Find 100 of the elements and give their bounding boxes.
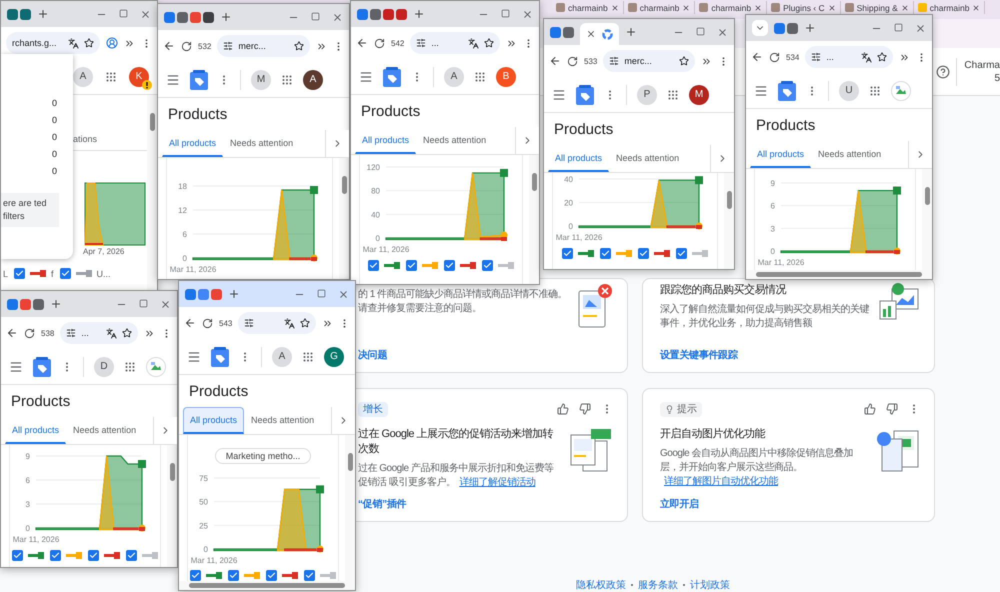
- tab-icon[interactable]: [550, 26, 561, 38]
- extensions-more-icon[interactable]: [899, 52, 910, 62]
- browser-tab[interactable]: charmainb: [624, 1, 696, 14]
- checkbox[interactable]: [562, 248, 573, 259]
- browser-tab[interactable]: charmainb: [552, 1, 624, 14]
- back-icon[interactable]: [549, 55, 561, 67]
- tab-icon[interactable]: [185, 288, 196, 300]
- close-icon[interactable]: [140, 8, 151, 20]
- new-tab-icon[interactable]: [37, 8, 49, 20]
- menu-icon[interactable]: [552, 88, 566, 102]
- account-chip[interactable]: D: [94, 356, 114, 376]
- action-link[interactable]: “促销”插件: [358, 497, 561, 511]
- reload-icon[interactable]: [374, 38, 385, 48]
- reload-icon[interactable]: [769, 52, 780, 62]
- address-bar[interactable]: ...: [60, 322, 138, 344]
- maximize-icon[interactable]: [311, 12, 320, 20]
- tab[interactable]: All products: [355, 127, 416, 154]
- reload-icon[interactable]: [24, 328, 35, 338]
- profile-icon[interactable]: [106, 37, 118, 49]
- menu-icon[interactable]: [754, 84, 768, 98]
- new-tab-icon[interactable]: [804, 22, 816, 34]
- tab[interactable]: All products: [548, 145, 610, 172]
- bookmark-star-icon[interactable]: [294, 41, 304, 51]
- close-tab-icon[interactable]: [682, 4, 690, 12]
- translate-icon[interactable]: [106, 328, 117, 338]
- close-icon[interactable]: [338, 288, 349, 300]
- account-chip[interactable]: A: [73, 66, 93, 86]
- extensions-more-icon[interactable]: [506, 38, 517, 48]
- avatar[interactable]: A: [303, 70, 323, 90]
- tab-icon[interactable]: [774, 22, 785, 34]
- bag-logo[interactable]: [576, 84, 594, 104]
- reload-icon[interactable]: [181, 40, 192, 52]
- footer-link[interactable]: 服务条款: [638, 578, 678, 592]
- tab[interactable]: Needs attention: [223, 130, 300, 157]
- tab-icon[interactable]: [563, 26, 574, 38]
- tab-icon[interactable]: [357, 8, 368, 20]
- bookmark-star-icon[interactable]: [122, 328, 132, 338]
- checkbox[interactable]: [60, 268, 71, 279]
- scrollbar[interactable]: [179, 581, 355, 590]
- apps-icon[interactable]: [281, 74, 293, 86]
- scrollbar[interactable]: [339, 158, 349, 279]
- site-settings-icon[interactable]: [416, 38, 426, 48]
- extensions-more-icon[interactable]: [124, 38, 135, 48]
- tab-icon[interactable]: [383, 8, 394, 20]
- apps-icon[interactable]: [869, 84, 881, 96]
- filter-chip[interactable]: Marketing metho...: [214, 448, 312, 464]
- tab[interactable]: All products: [162, 130, 224, 157]
- maximize-icon[interactable]: [317, 288, 326, 298]
- maximize-icon[interactable]: [139, 298, 148, 308]
- checkbox[interactable]: [88, 550, 99, 561]
- back-icon[interactable]: [751, 51, 763, 63]
- avatar[interactable]: M: [689, 84, 709, 104]
- tab-icon[interactable]: [33, 298, 44, 310]
- tab-icon[interactable]: [370, 8, 381, 20]
- close-icon[interactable]: [332, 12, 343, 22]
- avatar[interactable]: K: [129, 66, 149, 86]
- checkbox[interactable]: [406, 260, 417, 271]
- new-tab-icon[interactable]: [625, 26, 637, 38]
- menu-icon[interactable]: [187, 350, 201, 364]
- new-tab-icon[interactable]: [413, 8, 425, 20]
- checkbox[interactable]: [676, 248, 687, 259]
- close-icon[interactable]: [160, 298, 171, 310]
- help-icon[interactable]: [936, 64, 950, 78]
- learn-more-link[interactable]: 详细了解促销活动: [459, 477, 536, 488]
- apps-icon[interactable]: [105, 70, 117, 82]
- tab-icon[interactable]: [177, 12, 188, 22]
- tab-search-button[interactable]: [752, 20, 768, 36]
- bag-logo[interactable]: [33, 356, 51, 376]
- bag-logo[interactable]: [190, 70, 208, 90]
- extensions-more-icon[interactable]: [144, 328, 155, 338]
- action-link[interactable]: 立即开启: [660, 497, 864, 511]
- close-tab-icon[interactable]: [754, 4, 762, 12]
- back-icon[interactable]: [184, 317, 196, 329]
- tab[interactable]: Needs attention: [609, 145, 686, 172]
- apps-icon[interactable]: [302, 350, 314, 362]
- address-bar[interactable]: ...: [805, 46, 893, 68]
- menu-icon[interactable]: [359, 70, 373, 84]
- address-bar[interactable]: ...: [410, 32, 500, 54]
- tab-icon[interactable]: [20, 8, 31, 20]
- checkbox[interactable]: [126, 550, 137, 561]
- footer-link[interactable]: 计划政策: [690, 578, 730, 592]
- checkbox[interactable]: [368, 260, 379, 271]
- address-bar[interactable]: [238, 312, 316, 334]
- close-tab-icon[interactable]: [900, 4, 909, 12]
- account-chip[interactable]: U: [839, 80, 859, 100]
- checkbox[interactable]: [14, 268, 26, 279]
- scrollbar[interactable]: [724, 173, 734, 269]
- tab[interactable]: All products: [183, 407, 244, 434]
- tab[interactable]: Needs attention: [416, 127, 494, 154]
- browser-tab[interactable]: [580, 23, 619, 45]
- avatar-image[interactable]: [891, 80, 911, 100]
- site-settings-icon[interactable]: [609, 56, 620, 66]
- tab[interactable]: Needs attention: [66, 417, 144, 444]
- address-bar[interactable]: rchants.g...: [6, 32, 100, 54]
- checkbox[interactable]: [50, 550, 61, 561]
- checkbox[interactable]: [638, 248, 649, 259]
- maximize-icon[interactable]: [119, 8, 128, 18]
- checkbox[interactable]: [482, 260, 493, 271]
- checkbox[interactable]: [190, 570, 201, 581]
- action-link[interactable]: 设置关键事件跟踪: [660, 348, 870, 362]
